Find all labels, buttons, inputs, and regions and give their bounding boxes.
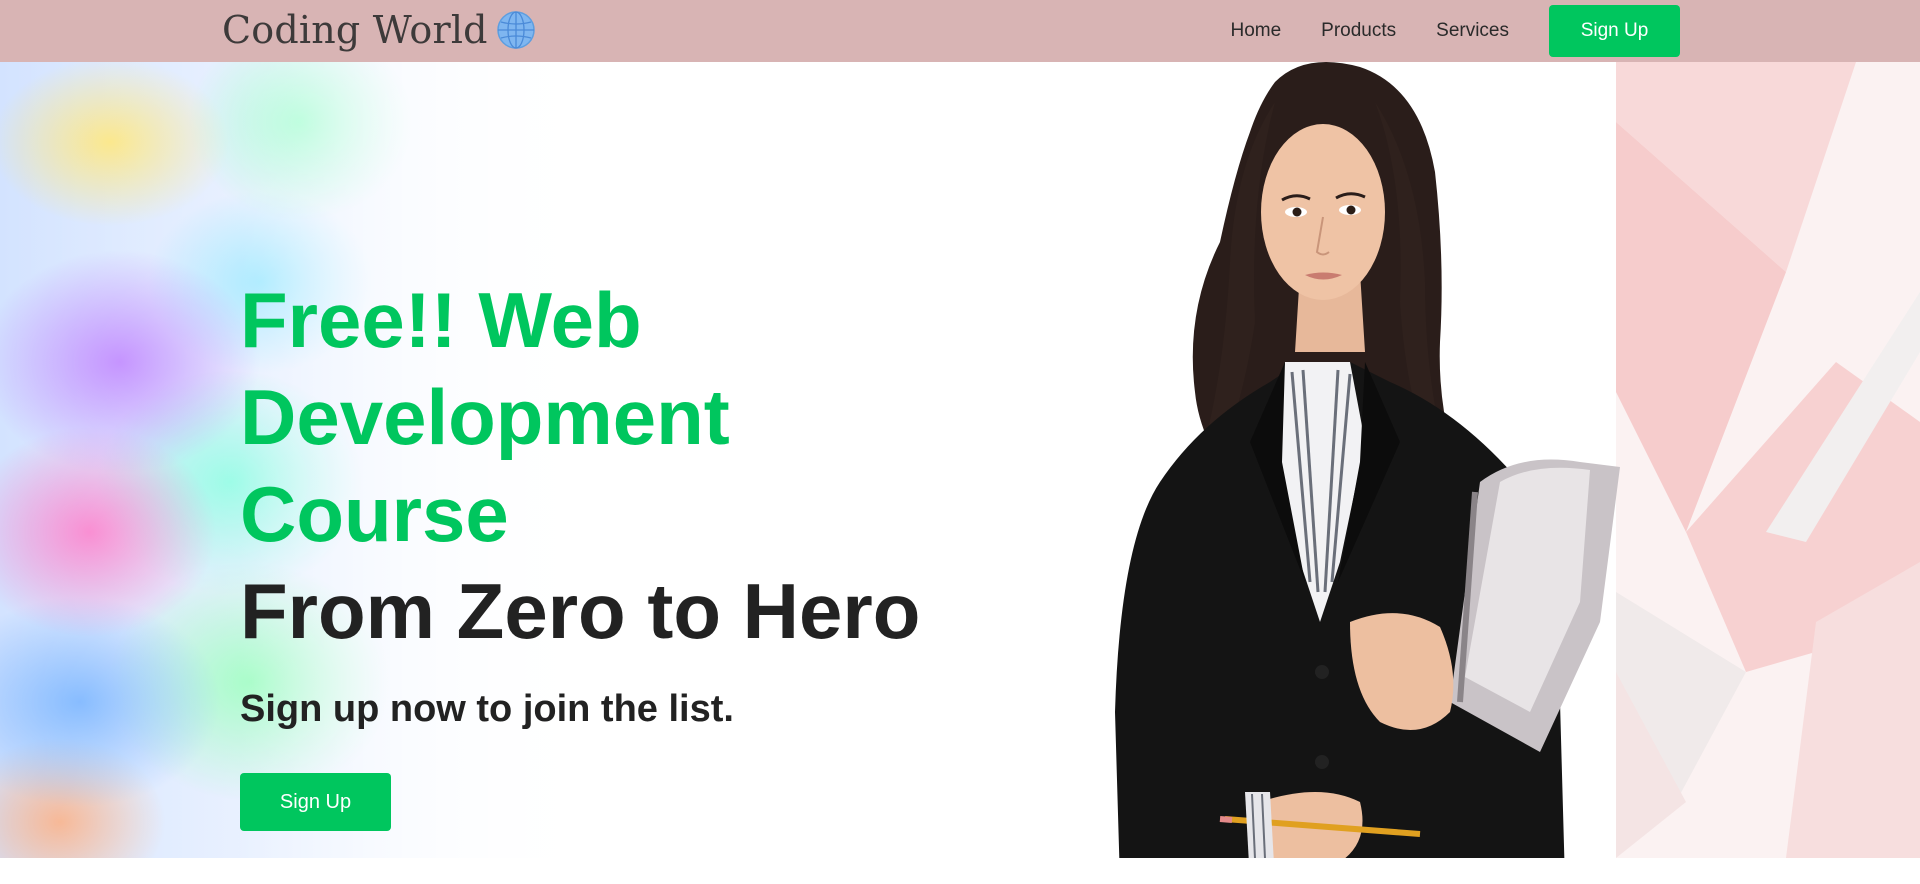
woman-with-clipboard-image bbox=[1115, 62, 1620, 858]
hero-headline: Free!! Web Development Course bbox=[240, 276, 730, 558]
brand-logo[interactable]: Coding World bbox=[222, 8, 536, 52]
nav-link-products[interactable]: Products bbox=[1321, 20, 1396, 42]
hero-signup-button[interactable]: Sign Up bbox=[240, 773, 391, 831]
page-bottom bbox=[0, 858, 1920, 884]
decorative-panel bbox=[1616, 62, 1920, 858]
nav-link-services[interactable]: Services bbox=[1436, 20, 1509, 42]
hero-text: Free!! Web Development Course From Zero … bbox=[240, 272, 920, 831]
nav-link-home[interactable]: Home bbox=[1230, 20, 1281, 42]
hero-subtitle: Sign up now to join the list. bbox=[240, 688, 734, 730]
hero-section: Free!! Web Development Course From Zero … bbox=[0, 62, 1920, 858]
navbar: Coding World Home Products Services Sign… bbox=[0, 0, 1920, 62]
geometric-pattern bbox=[1616, 62, 1920, 858]
nav-signup-button[interactable]: Sign Up bbox=[1549, 5, 1680, 57]
globe-icon bbox=[496, 11, 535, 49]
nav-links: Home Products Services Sign Up bbox=[1190, 0, 1680, 62]
brand-name: Coding World bbox=[222, 8, 488, 52]
hero-tagline: From Zero to Hero bbox=[240, 567, 921, 655]
